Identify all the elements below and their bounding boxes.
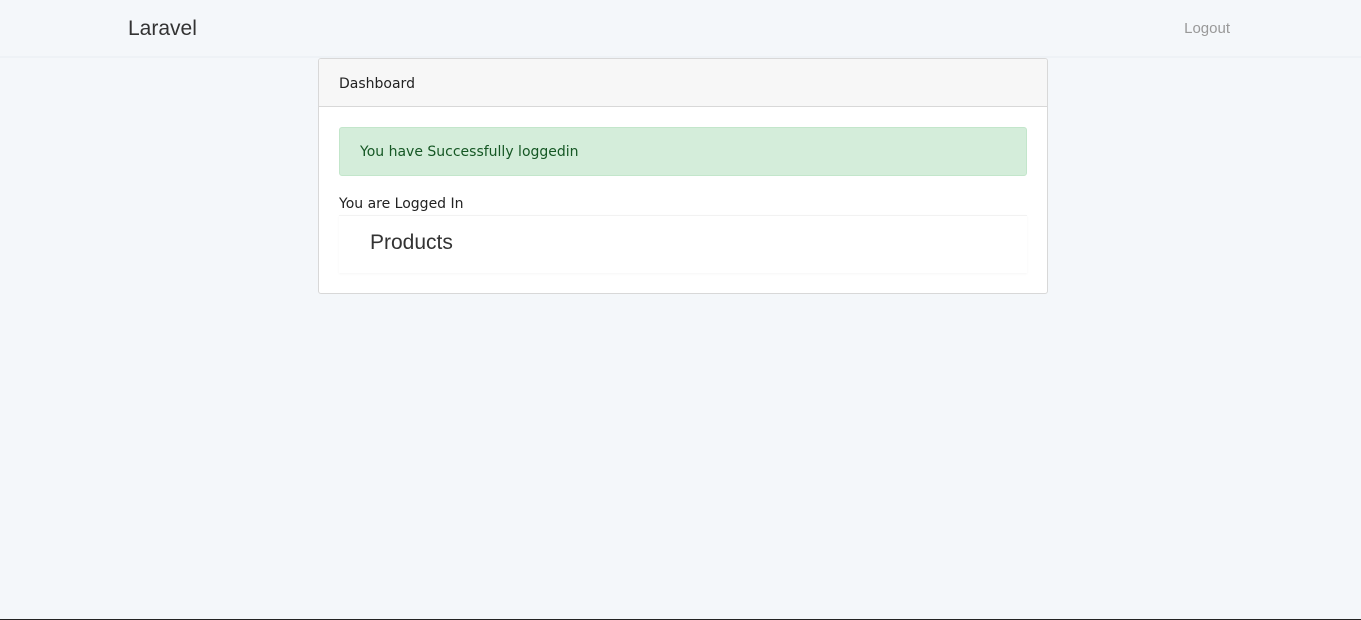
- brand-link[interactable]: Laravel: [128, 16, 197, 42]
- top-navbar: Laravel Logout: [0, 0, 1361, 58]
- card-title: Dashboard: [339, 76, 415, 92]
- logout-link[interactable]: Logout: [1184, 19, 1230, 39]
- success-alert: You have Successfully loggedin: [339, 127, 1027, 176]
- success-alert-message: You have Successfully loggedin: [360, 144, 579, 160]
- login-status-text: You are Logged In: [339, 196, 464, 212]
- dashboard-card: Dashboard You have Successfully loggedin…: [318, 58, 1048, 294]
- products-link[interactable]: Products: [370, 231, 453, 254]
- card-header: Dashboard: [319, 59, 1047, 107]
- products-panel: Products: [339, 215, 1027, 273]
- card-body: You have Successfully loggedin You are L…: [319, 107, 1047, 293]
